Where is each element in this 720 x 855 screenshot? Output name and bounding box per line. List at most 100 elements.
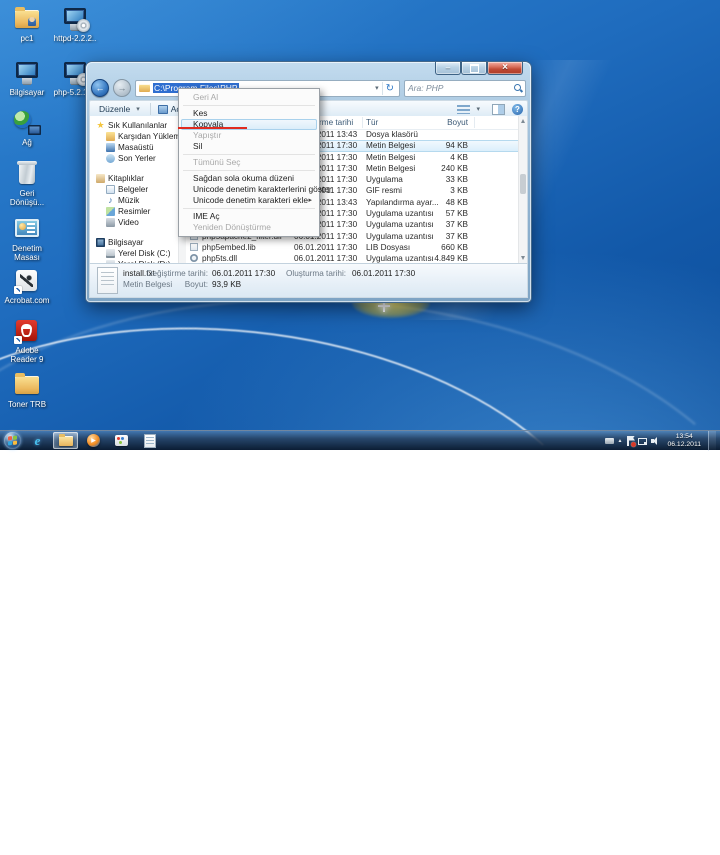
shared-folder-icon xyxy=(12,6,42,32)
organize-button[interactable]: Düzenle ▾ xyxy=(94,102,148,116)
views-button[interactable]: ▾ xyxy=(455,102,485,116)
sidebar-item-son-yerler[interactable]: Son Yerler xyxy=(90,153,178,164)
paint-icon xyxy=(115,435,128,446)
close-icon: × xyxy=(502,63,508,73)
table-row[interactable]: php5ts.dll06.01.2011 17:30Uygulama uzant… xyxy=(186,253,519,263)
windows-flag-icon xyxy=(8,436,17,446)
device-tray-icon[interactable] xyxy=(605,438,614,444)
desktop: pc1httpd-2.2.2..Bilgisayarphp-5.2.17..Ağ… xyxy=(0,0,720,450)
music-icon: ♪ xyxy=(106,196,115,205)
volume-icon[interactable] xyxy=(651,436,660,445)
desktop-icon-pc1[interactable]: pc1 xyxy=(4,6,50,43)
sidebar-item-s-k-kullan-lanlar[interactable]: ★Sık Kullanılanlar xyxy=(90,120,178,131)
scroll-up-icon[interactable] xyxy=(521,119,525,123)
navigation-pane: ★Sık KullanılanlarKarşıdan YüklemMasaüst… xyxy=(90,116,178,263)
sidebar-item-label: Sık Kullanılanlar xyxy=(108,121,167,130)
address-dropdown-icon[interactable]: ▾ xyxy=(372,84,382,92)
close-button[interactable]: × xyxy=(487,62,523,75)
sidebar-item-resimler[interactable]: Resimler xyxy=(90,206,178,217)
modified-value: 06.01.2011 17:30 xyxy=(212,269,275,278)
shortcut-arrow-icon xyxy=(14,336,22,344)
preview-pane-icon[interactable] xyxy=(492,104,505,115)
modified-label: Değiştirme tarihi: xyxy=(130,269,208,278)
cell-size: 37 KB xyxy=(412,220,468,229)
context-menu-item-unicode-denetim-karakteri-ekle[interactable]: Unicode denetim karakteri ekle▸ xyxy=(181,195,317,206)
sidebar-item-masa-st-[interactable]: Masaüstü xyxy=(90,142,178,153)
show-hidden-icons[interactable]: ▲ xyxy=(618,438,623,444)
desktop-icon-geri-d-n-[interactable]: Geri Dönüşü... xyxy=(4,161,50,207)
sidebar-item-bilgisayar[interactable]: Bilgisayar xyxy=(90,237,178,248)
cell-size: 48 KB xyxy=(412,198,468,207)
back-button[interactable]: ← xyxy=(91,79,109,97)
taskbar-clock[interactable]: 13:54 06.12.2011 xyxy=(664,433,704,449)
sidebar-item-label: Resimler xyxy=(118,207,150,216)
cell-size: 4.849 KB xyxy=(412,254,468,263)
minimize-button[interactable]: – xyxy=(435,62,461,75)
start-button[interactable] xyxy=(4,432,21,449)
ie-icon: e xyxy=(35,433,41,449)
table-row[interactable]: php5embed.lib06.01.2011 17:30LIB Dosyası… xyxy=(186,242,519,253)
taskbar-app-ie[interactable]: e xyxy=(25,432,50,449)
desktop-icon-bilgisayar[interactable]: Bilgisayar xyxy=(4,60,50,97)
taskbar-app-wmp[interactable]: ▶ xyxy=(81,432,106,449)
wallpaper-arc xyxy=(0,291,635,802)
list-view-icon xyxy=(457,105,470,114)
search-icon[interactable] xyxy=(514,84,522,92)
menu-separator xyxy=(183,154,315,155)
taskbar-apps: e▶ xyxy=(25,432,162,449)
taskbar-app-paint[interactable] xyxy=(109,432,134,449)
chevron-down-icon: ▾ xyxy=(133,105,143,113)
search-input[interactable]: Ara: PHP xyxy=(404,80,526,97)
scroll-down-icon[interactable] xyxy=(521,256,525,260)
folder-icon xyxy=(12,372,42,398)
desktop-icon-httpd-2-2-2-[interactable]: httpd-2.2.2.. xyxy=(52,6,98,43)
forward-button[interactable]: → xyxy=(113,79,131,97)
context-menu-item-ime-a-[interactable]: IME Aç xyxy=(181,211,317,222)
action-center-icon[interactable] xyxy=(626,436,634,446)
desktop-icon-denetim-masas-[interactable]: Denetim Masası xyxy=(4,216,50,262)
desktop-icon-toner-trb[interactable]: Toner TRB xyxy=(4,372,50,409)
video-icon xyxy=(106,218,115,227)
scrollbar-thumb[interactable] xyxy=(520,174,526,194)
sidebar-item-video[interactable]: Video xyxy=(90,217,178,228)
menu-separator xyxy=(183,208,315,209)
taskbar-app-notepad[interactable] xyxy=(137,432,162,449)
acrobat-icon xyxy=(12,268,42,294)
sidebar-item-kar-dan-y-klem[interactable]: Karşıdan Yüklem xyxy=(90,131,178,142)
refresh-icon[interactable]: ↻ xyxy=(382,82,397,95)
sidebar-item-kitapl-klar[interactable]: Kitaplıklar xyxy=(90,173,178,184)
computer-icon xyxy=(96,238,105,247)
desktop-icon-a-[interactable]: Ağ xyxy=(4,110,50,147)
sidebar-item-belgeler[interactable]: Belgeler xyxy=(90,184,178,195)
star-icon: ★ xyxy=(96,121,105,130)
created-label: Oluşturma tarihi: xyxy=(286,269,346,278)
desktop-icon-label: Acrobat.com xyxy=(4,296,50,305)
shortcut-arrow-icon xyxy=(14,286,22,294)
list-scrollbar[interactable] xyxy=(518,116,527,263)
recycle-bin-icon xyxy=(12,161,42,187)
column-header-type[interactable]: Tür xyxy=(366,118,378,127)
context-menu-item-t-m-n-se-: Tümünü Seç xyxy=(181,157,317,168)
network-icon[interactable] xyxy=(638,437,647,445)
cell-size: 4 KB xyxy=(412,153,468,162)
desktop-icon-acrobat-com[interactable]: Acrobat.com xyxy=(4,268,50,305)
folder-icon xyxy=(139,84,150,92)
maximize-button[interactable] xyxy=(461,62,487,75)
installer-icon xyxy=(60,6,90,32)
context-menu-item-sa-dan-sola-okuma-d-zeni[interactable]: Sağdan sola okuma düzeni xyxy=(181,173,317,184)
chevron-down-icon: ▾ xyxy=(473,105,483,113)
help-icon[interactable]: ? xyxy=(512,104,523,115)
sidebar-item-yerel-disk-c-[interactable]: Yerel Disk (C:) xyxy=(90,248,178,259)
desktop-icon-adobe-reader-9[interactable]: Adobe Reader 9 xyxy=(4,318,50,364)
desktop-icon-label: Bilgisayar xyxy=(4,88,50,97)
sidebar-item-m-zik[interactable]: ♪Müzik xyxy=(90,195,178,206)
cell-size: 660 KB xyxy=(412,243,468,252)
taskbar-app-explorer[interactable] xyxy=(53,432,78,449)
sidebar-item-label: Yerel Disk (C:) xyxy=(118,249,170,258)
context-menu-item-kes[interactable]: Kes xyxy=(181,108,317,119)
context-menu-item-unicode-denetim-karakterlerini-g-ster[interactable]: Unicode denetim karakterlerini göster xyxy=(181,184,317,195)
column-header-size[interactable]: Boyut xyxy=(412,118,468,127)
cell-size: 33 KB xyxy=(412,175,468,184)
context-menu-item-sil[interactable]: Sil xyxy=(181,141,317,152)
show-desktop-button[interactable] xyxy=(708,431,716,451)
